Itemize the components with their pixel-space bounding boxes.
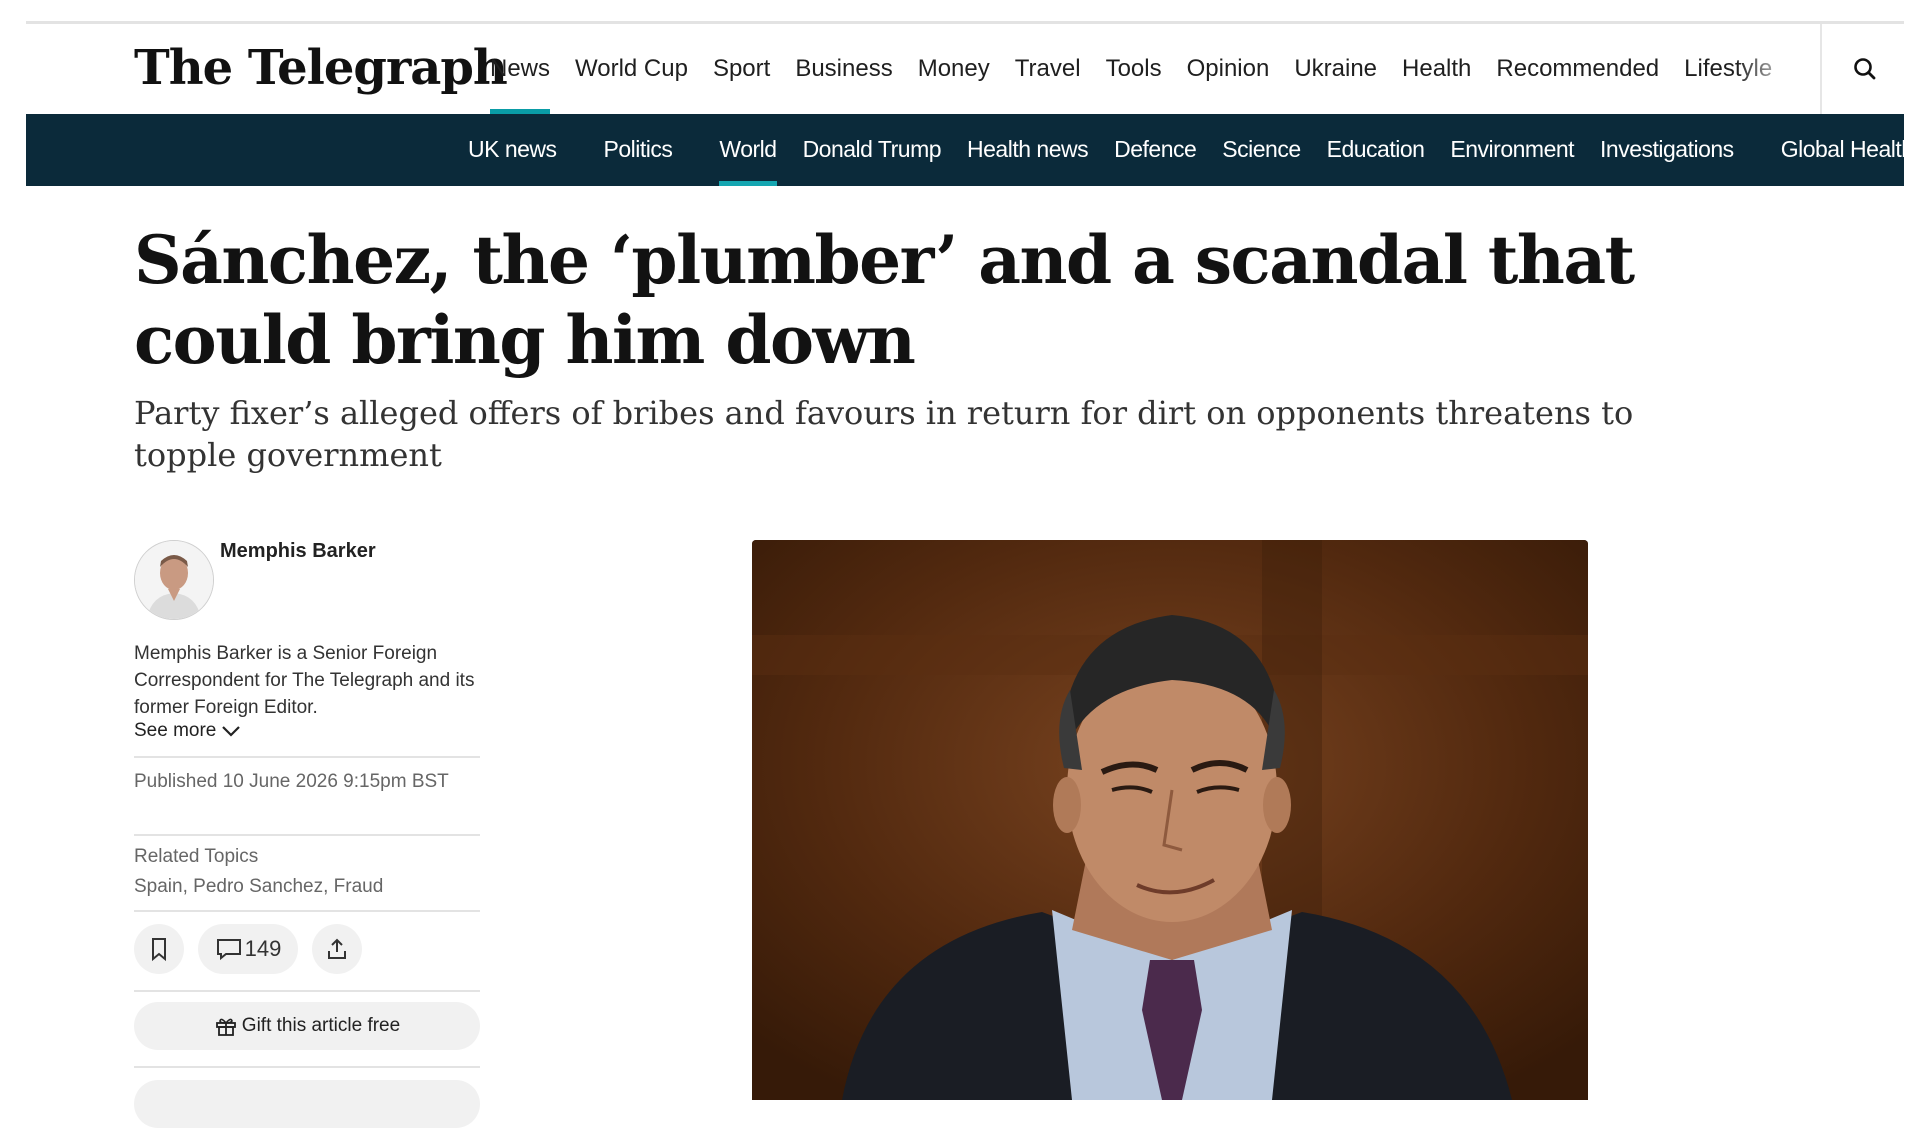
article-hero-image[interactable] bbox=[752, 540, 1588, 1100]
nav-item-news[interactable]: News bbox=[490, 24, 551, 114]
see-more-label: See more bbox=[134, 720, 217, 741]
bookmark-icon bbox=[152, 938, 166, 962]
nav-item-health[interactable]: Health bbox=[1402, 24, 1471, 114]
nav-item-travel[interactable]: Travel bbox=[1015, 24, 1081, 114]
sidebar-button-partial[interactable] bbox=[134, 1080, 480, 1128]
subnav-item-world[interactable]: World bbox=[719, 114, 777, 186]
article-standfirst: Party fixer’s alleged offers of bribes a… bbox=[134, 394, 1634, 474]
primary-nav: News World Cup Sport Business Money Travel Too… bbox=[490, 24, 1830, 114]
gift-icon bbox=[215, 1018, 236, 1036]
comment-icon bbox=[216, 939, 241, 961]
search-button[interactable] bbox=[1848, 52, 1882, 86]
nav-item-money[interactable]: Money bbox=[918, 24, 990, 114]
comment-count: 149 bbox=[244, 936, 282, 961]
subnav-item-politics[interactable]: Politics bbox=[604, 114, 673, 186]
related-topics-links[interactable]: Spain, Pedro Sanchez, Fraud bbox=[134, 876, 383, 898]
article-actions: 149 bbox=[134, 924, 376, 974]
gift-article-label: Gift this article free bbox=[241, 1015, 401, 1036]
article-headline: Sánchez, the ‘plumber’ and a scandal tha… bbox=[134, 221, 1635, 379]
nav-item-opinion[interactable]: Opinion bbox=[1187, 24, 1270, 114]
subnav-item-environment[interactable]: Environment bbox=[1450, 114, 1574, 186]
subnav-item-global-health[interactable]: Global Health bbox=[1781, 114, 1904, 186]
subnav-list: UK news Politics World Donald Trump Health n… bbox=[468, 114, 1904, 186]
subnav-item-investigations[interactable]: Investigations bbox=[1600, 114, 1734, 186]
subnav-item-education[interactable]: Education bbox=[1327, 114, 1425, 186]
nav-fade-overlay bbox=[1736, 24, 1816, 114]
author-bio: Memphis Barker is a Senior Foreign Corre… bbox=[134, 643, 475, 718]
search-icon bbox=[1854, 58, 1876, 80]
subnav-item-health-news[interactable]: Health news bbox=[967, 114, 1089, 186]
sidebar-divider bbox=[134, 1066, 480, 1068]
related-topics-label: Related Topics bbox=[134, 846, 259, 867]
author-avatar[interactable] bbox=[134, 540, 214, 620]
nav-item-business[interactable]: Business bbox=[795, 24, 892, 114]
search-divider bbox=[1820, 24, 1822, 114]
gift-article-button[interactable]: Gift this article free bbox=[134, 1002, 480, 1050]
subnav-item-defence[interactable]: Defence bbox=[1114, 114, 1197, 186]
nav-item-recommended[interactable]: Recommended bbox=[1496, 24, 1659, 114]
subnav-item-uk-news[interactable]: UK news bbox=[468, 114, 557, 186]
nav-item-tools[interactable]: Tools bbox=[1106, 24, 1162, 114]
sidebar-divider bbox=[134, 756, 480, 758]
page: The Telegraph News World Cup Sport Business… bbox=[26, 0, 1904, 1128]
comments-button[interactable]: 149 bbox=[198, 924, 298, 974]
chevron-down-icon bbox=[222, 726, 241, 737]
sidebar-divider bbox=[134, 990, 480, 992]
sidebar-divider bbox=[134, 910, 480, 912]
subnav-item-donald-trump[interactable]: Donald Trump bbox=[803, 114, 942, 186]
author-name[interactable]: Memphis Barker bbox=[220, 540, 376, 563]
bookmark-button[interactable] bbox=[134, 924, 184, 974]
author-portrait bbox=[135, 541, 213, 619]
nav-item-ukraine[interactable]: Ukraine bbox=[1294, 24, 1377, 114]
see-more-button[interactable]: See more bbox=[134, 720, 242, 742]
section-subnav: UK news Politics World Donald Trump Health n… bbox=[26, 114, 1904, 186]
subnav-item-science[interactable]: Science bbox=[1222, 114, 1301, 186]
share-icon bbox=[328, 938, 346, 959]
published-date: Published 10 June 2026 9:15pm BST bbox=[134, 771, 449, 792]
share-button[interactable] bbox=[312, 924, 362, 974]
sidebar-divider bbox=[134, 834, 480, 836]
nav-item-sport[interactable]: Sport bbox=[713, 24, 770, 114]
hero-photo bbox=[752, 540, 1588, 1100]
nav-item-world-cup[interactable]: World Cup bbox=[575, 24, 688, 114]
site-logo[interactable]: The Telegraph bbox=[134, 38, 508, 98]
primary-header: The Telegraph News World Cup Sport Business… bbox=[26, 24, 1904, 114]
